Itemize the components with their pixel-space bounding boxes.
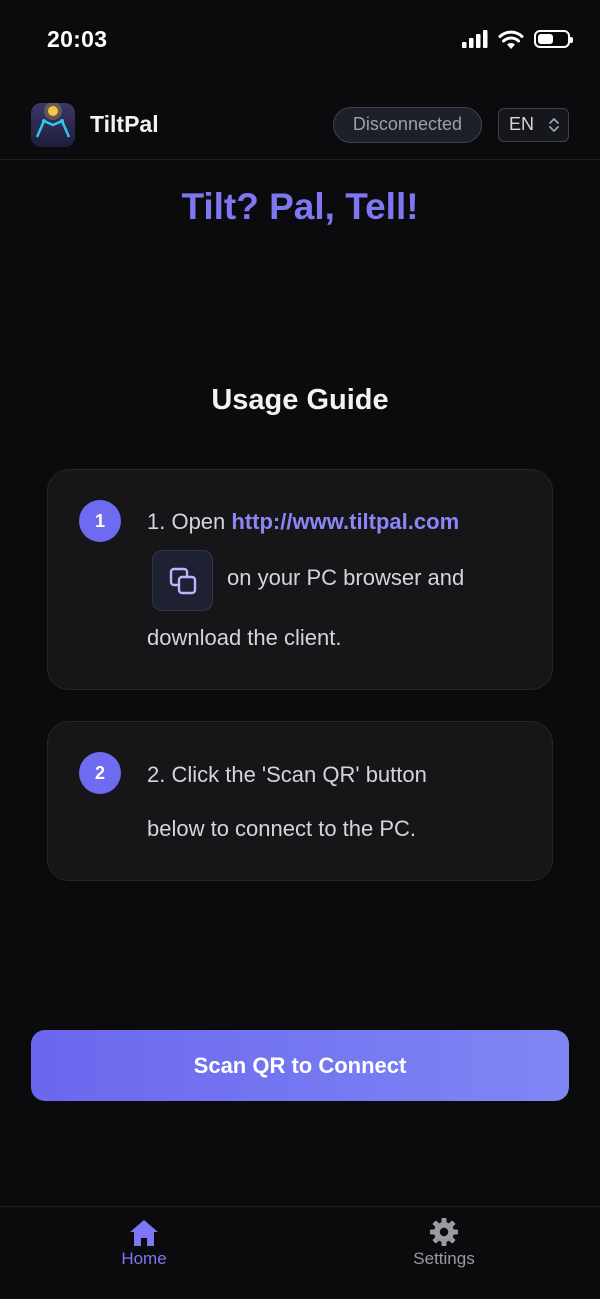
connection-status-badge: Disconnected: [332, 106, 482, 143]
app-logo-icon: [31, 102, 75, 147]
gear-icon: [430, 1218, 458, 1246]
app-header: TiltPal Disconnected EN: [0, 90, 600, 160]
tab-bar: Home Settings: [0, 1206, 600, 1299]
status-time: 20:03: [47, 25, 108, 52]
battery-icon: [534, 30, 573, 48]
step-prefix: 1. Open: [147, 509, 226, 534]
home-screen: 20:03 TiltPal Disconnected EN Tilt? Pal,…: [0, 0, 600, 1299]
guide-step-card: 1 1. Open http://www.tiltpal.com on your…: [47, 469, 553, 690]
step-number-badge: 1: [79, 500, 121, 542]
guide-step-card: 2 2. Click the 'Scan QR' button below to…: [47, 721, 553, 881]
copy-icon: [169, 567, 196, 594]
tab-settings[interactable]: Settings: [369, 1207, 519, 1277]
language-select[interactable]: EN: [498, 107, 569, 142]
step-suffix-text: download the client.: [147, 625, 342, 650]
battery-level: [538, 34, 554, 44]
status-bar: 20:03: [0, 0, 600, 78]
status-icons: [462, 30, 573, 49]
step-number-badge: 2: [79, 752, 121, 794]
tab-label: Settings: [413, 1249, 475, 1268]
website-link[interactable]: http://www.tiltpal.com: [231, 509, 459, 534]
tab-label: Home: [121, 1249, 167, 1268]
step-middle-text: on your PC browser and: [227, 565, 465, 590]
tagline: Tilt? Pal, Tell!: [181, 186, 419, 227]
usage-guide-title: Usage Guide: [211, 384, 389, 416]
copy-link-button[interactable]: [152, 550, 213, 611]
header-actions: Disconnected EN: [332, 106, 569, 143]
language-value: EN: [509, 114, 535, 134]
wifi-icon: [498, 30, 524, 49]
app-name: TiltPal: [90, 111, 159, 137]
step-line-1: 2. Click the 'Scan QR' button: [147, 762, 427, 787]
home-icon: [130, 1220, 158, 1246]
step-line: 1. Open http://www.tiltpal.com: [147, 509, 459, 535]
chevron-up-down-icon: [549, 117, 559, 132]
tab-home[interactable]: Home: [69, 1207, 219, 1277]
scan-qr-button[interactable]: Scan QR to Connect: [31, 1030, 569, 1101]
step-line-2: below to connect to the PC.: [147, 816, 417, 841]
cellular-signal-icon: [462, 30, 488, 48]
